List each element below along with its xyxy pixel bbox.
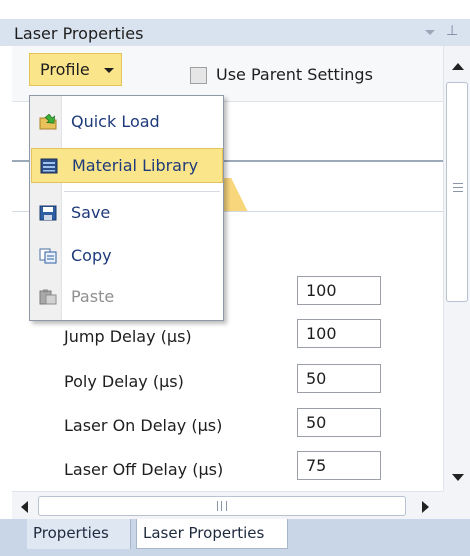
folder-load-icon [39,114,57,130]
menu-separator [64,191,220,192]
poly-delay-label: Poly Delay (µs) [64,372,184,391]
menu-item-material-library[interactable]: Material Library [31,148,223,183]
menu-item-paste[interactable]: Paste [31,280,223,315]
menu-item-copy[interactable]: Copy [31,239,223,274]
paste-icon [39,289,57,305]
scroll-left-icon[interactable] [21,501,28,513]
tab-laser-properties[interactable]: Laser Properties [136,519,288,549]
use-parent-settings-checkbox[interactable] [190,67,207,84]
laser-on-delay-input[interactable]: 50 [297,408,381,437]
horizontal-scrollbar[interactable] [12,491,443,520]
scroll-right-icon[interactable] [422,501,429,513]
menu-item-save[interactable]: Save [31,196,223,231]
vertical-scroll-thumb[interactable] [446,82,468,302]
jump-delay-label: Jump Delay (µs) [64,327,192,346]
profile-button-label: Profile [40,60,90,79]
menu-item-label: Paste [71,287,115,306]
horizontal-scroll-thumb[interactable] [38,496,406,516]
laser-off-delay-input[interactable]: 75 [297,451,381,480]
panel-menu-caret-icon[interactable] [425,30,435,35]
book-icon [40,158,58,174]
grip-icon [217,501,227,511]
menu-item-label: Save [71,203,111,222]
use-parent-settings-label[interactable]: Use Parent Settings [216,65,373,84]
profile-dropdown-button[interactable]: Profile [29,53,122,86]
panel-titlebar: Laser Properties ⊥ [0,19,470,46]
panel-title: Laser Properties [14,24,144,43]
profile-menu: Quick Load Material Library Save Copy Pa… [29,95,224,321]
grip-icon [453,183,463,192]
menu-item-label: Material Library [72,156,199,175]
scroll-down-icon[interactable] [452,474,464,481]
bottom-tab-strip: Properties Laser Properties [0,519,470,556]
field-input[interactable]: 100 [297,276,381,305]
poly-delay-input[interactable]: 50 [297,364,381,393]
vertical-scrollbar[interactable] [443,46,470,491]
menu-item-label: Copy [71,246,112,265]
tab-properties[interactable]: Properties [27,519,131,549]
copy-icon [39,248,57,264]
laser-on-delay-label: Laser On Delay (µs) [64,416,223,435]
floppy-disk-icon [39,205,57,221]
menu-item-label: Quick Load [71,112,160,131]
menu-item-quick-load[interactable]: Quick Load [31,105,223,140]
scroll-up-icon[interactable] [452,63,464,70]
jump-delay-input[interactable]: 100 [297,319,381,348]
chevron-down-icon [104,68,114,73]
pin-icon[interactable]: ⊥ [446,23,458,39]
laser-off-delay-label: Laser Off Delay (µs) [64,460,224,479]
